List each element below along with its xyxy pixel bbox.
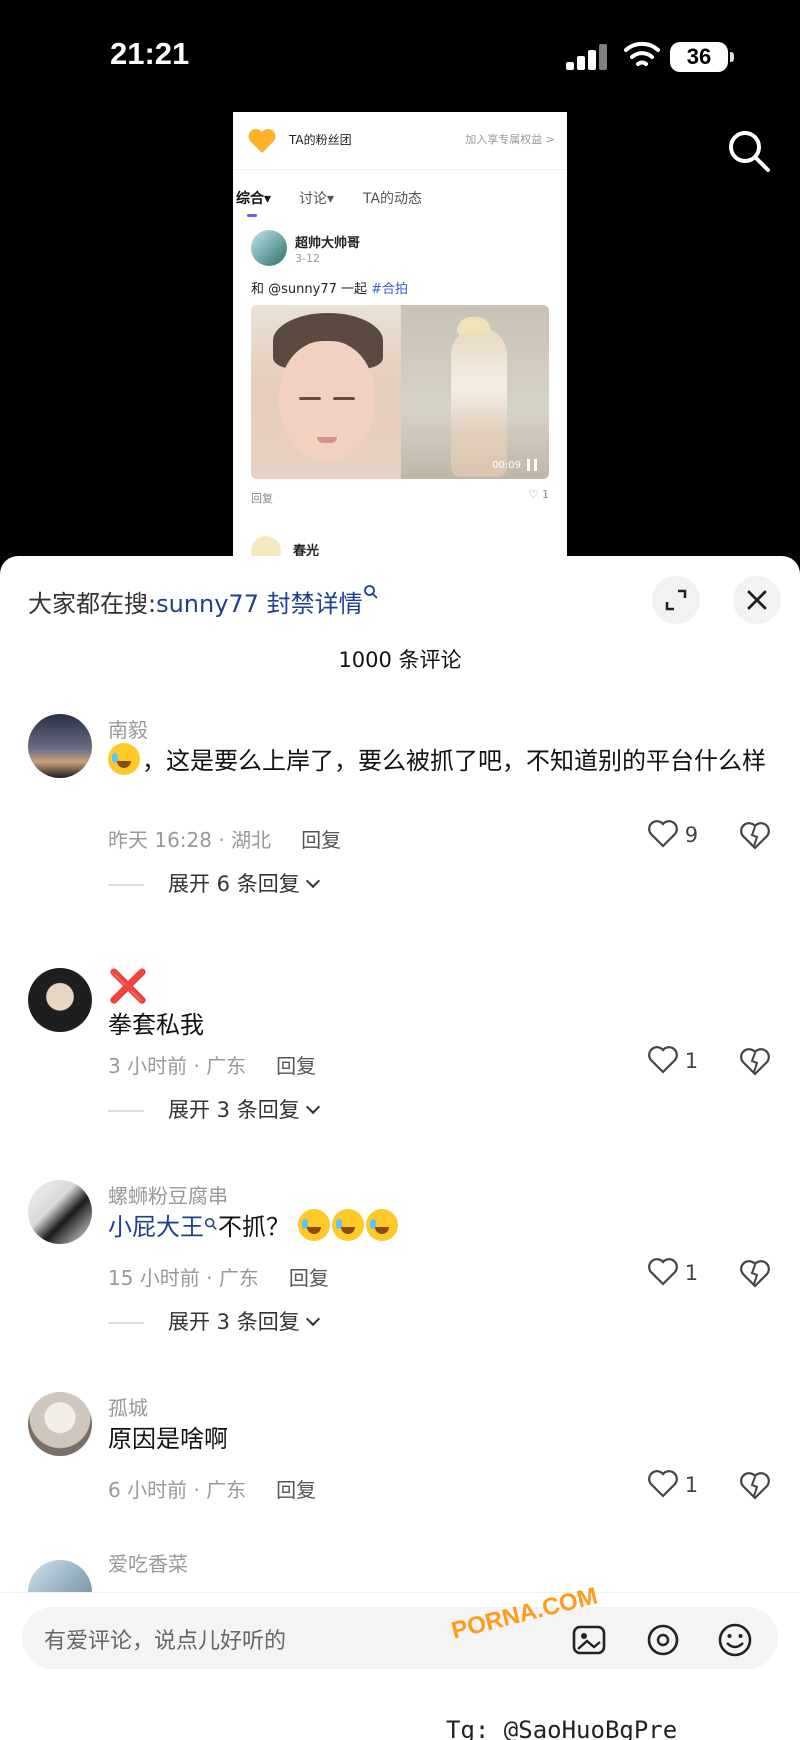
- fan-group-header[interactable]: TA的粉丝团 加入享专属权益 >: [233, 112, 567, 170]
- comment-meta: 6 小时前 · 广东 回复: [108, 1478, 317, 1502]
- reply-button[interactable]: 回复: [276, 1478, 316, 1502]
- heart-outline-icon: [648, 1470, 678, 1498]
- close-button[interactable]: [733, 576, 781, 624]
- like-button[interactable]: 9: [648, 820, 698, 848]
- reply-button[interactable]: 回复: [276, 1054, 316, 1078]
- post-like-button[interactable]: ♡ 1: [529, 488, 549, 501]
- post-reply-button[interactable]: 回复: [251, 490, 273, 506]
- comment-text: 拳套私我: [108, 1011, 204, 1039]
- image-icon[interactable]: [570, 1621, 608, 1659]
- emoji-icon[interactable]: [716, 1621, 754, 1659]
- tab-overview[interactable]: 综合▾: [236, 188, 271, 208]
- tab-activity[interactable]: TA的动态: [363, 188, 422, 208]
- post-text: 和 @sunny77 一起 #合拍: [251, 282, 409, 297]
- comment-author[interactable]: ❌: [108, 968, 148, 1004]
- tab-discussion[interactable]: 讨论▾: [299, 188, 334, 208]
- fan-group-title: TA的粉丝团: [289, 133, 352, 147]
- avatar[interactable]: [28, 1180, 92, 1244]
- expand-icon: [665, 589, 687, 611]
- laughing-crying-emoji-icon: [365, 1209, 398, 1241]
- fan-group-tabs: 综合▾ 讨论▾ TA的动态: [233, 178, 567, 218]
- avatar[interactable]: [251, 230, 287, 266]
- avatar[interactable]: [28, 968, 92, 1032]
- laughing-crying-emoji-icon: [297, 1209, 330, 1241]
- heart-outline-icon: [648, 820, 678, 848]
- heart-outline-icon: [648, 1046, 678, 1074]
- like-button[interactable]: 1: [648, 1258, 698, 1286]
- comment-meta: 昨天 16:28 · 湖北 回复: [108, 828, 342, 852]
- comment-text: 原因是啥啊: [108, 1425, 228, 1453]
- search-icon: [363, 584, 379, 604]
- chevron-down-icon: [305, 1311, 320, 1327]
- like-button[interactable]: 1: [648, 1046, 698, 1074]
- comment-count: 1000 条评论: [338, 648, 462, 672]
- reply-button[interactable]: 回复: [289, 1266, 329, 1290]
- chevron-down-icon: [305, 873, 320, 889]
- at-mention-icon[interactable]: [644, 1621, 682, 1659]
- trending-query[interactable]: sunny77 封禁详情: [156, 590, 363, 618]
- heart-outline-icon: ♡: [528, 488, 539, 501]
- comment-sheet: 大家都在搜:sunny77 封禁详情 1000 条评论 南毅 ，这是要么上岸了，…: [0, 556, 800, 1740]
- battery-indicator: 36: [670, 42, 734, 72]
- comment-meta: 15 小时前 · 广东 回复: [108, 1266, 329, 1290]
- expand-replies[interactable]: 展开 3 条回复: [108, 1306, 320, 1336]
- broken-heart-icon[interactable]: [740, 822, 770, 850]
- comment-author[interactable]: 螺蛳粉豆腐串: [108, 1180, 228, 1209]
- avatar[interactable]: [28, 714, 92, 778]
- broken-heart-icon[interactable]: [740, 1048, 770, 1076]
- post-date: 3-12: [295, 252, 320, 265]
- post-author[interactable]: 超帅大帅哥: [295, 232, 360, 251]
- search-icon[interactable]: [726, 128, 772, 174]
- video-left-frame: [251, 305, 401, 479]
- expand-button[interactable]: [652, 576, 700, 624]
- watermark-handle: Tg: @SaoHuoBgPre: [446, 1716, 678, 1740]
- close-icon: [747, 590, 767, 610]
- comment-author[interactable]: 南毅: [108, 714, 148, 743]
- heart-icon: [248, 129, 276, 153]
- comment-author[interactable]: 孤城: [108, 1392, 148, 1421]
- pause-icon[interactable]: [527, 459, 537, 471]
- broken-heart-icon[interactable]: [740, 1472, 770, 1500]
- wifi-icon: [624, 41, 660, 66]
- comment-text: ，这是要么上岸了，要么被抓了吧，不知道别的平台什么样: [108, 740, 768, 782]
- reply-button[interactable]: 回复: [301, 828, 341, 852]
- status-bar: 21:21 36: [0, 0, 800, 110]
- tab-underline: [247, 214, 257, 217]
- crying-emoji-icon: [108, 743, 140, 775]
- status-time: 21:21: [110, 36, 190, 71]
- broken-heart-icon[interactable]: [740, 1260, 770, 1288]
- avatar[interactable]: [28, 1392, 92, 1456]
- mention-link[interactable]: 小屁大王: [108, 1213, 204, 1241]
- comment-author[interactable]: 爱吃香菜: [108, 1548, 188, 1577]
- laughing-crying-emoji-icon: [331, 1209, 364, 1241]
- video-duration: 00:09: [492, 460, 521, 471]
- comment-input-placeholder: 有爱评论，说点儿好听的: [44, 1629, 287, 1654]
- expand-replies[interactable]: 展开 3 条回复: [108, 1094, 320, 1124]
- fan-group-join-link[interactable]: 加入享专属权益 >: [465, 131, 555, 147]
- expand-replies[interactable]: 展开 6 条回复: [108, 868, 320, 898]
- trending-search[interactable]: 大家都在搜:sunny77 封禁详情: [28, 584, 379, 619]
- search-icon: [204, 1217, 218, 1235]
- video-preview[interactable]: TA的粉丝团 加入享专属权益 > 综合▾ 讨论▾ TA的动态 超帅大帅哥 3-1…: [233, 112, 567, 560]
- heart-outline-icon: [648, 1258, 678, 1286]
- comment-input-bar: 有爱评论，说点儿好听的: [0, 1592, 800, 1740]
- comment-text: 小屁大王 不抓？: [108, 1206, 768, 1248]
- post-video[interactable]: 00:09: [251, 305, 549, 479]
- hashtag-link[interactable]: #合拍: [371, 282, 408, 297]
- like-button[interactable]: 1: [648, 1470, 698, 1498]
- comment-meta: 3 小时前 · 广东 回复: [108, 1054, 317, 1078]
- chevron-down-icon: [305, 1099, 320, 1115]
- video-right-frame: [401, 305, 549, 479]
- signal-icon: [566, 44, 608, 70]
